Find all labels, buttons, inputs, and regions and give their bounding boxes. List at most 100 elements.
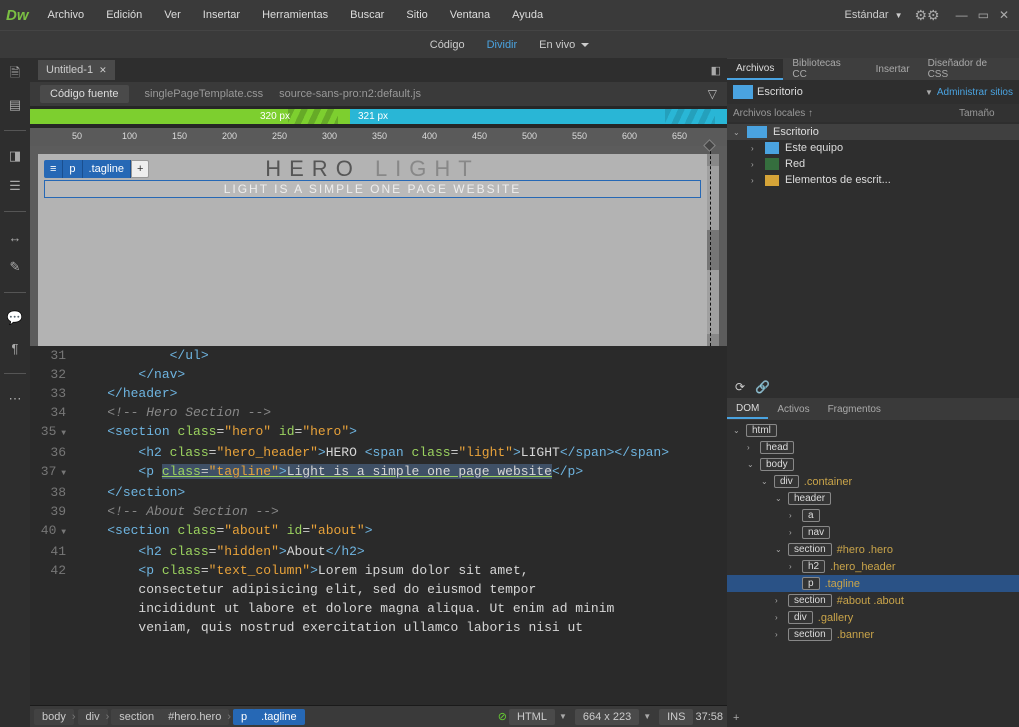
dom-node[interactable]: ›a [727,507,1019,524]
dom-node[interactable]: ›div.gallery [727,609,1019,626]
dom-node[interactable]: ⌄div.container [727,473,1019,490]
dom-tree[interactable]: ⌄html›head⌄body⌄div.container⌄header›a›n… [727,420,1019,709]
live-view-options-icon[interactable]: ◨ [4,145,26,167]
code-editor[interactable]: 31 </ul>32 </nav>33 </header>34 <!-- Her… [30,346,727,705]
dimensions[interactable]: 664 x 223 [575,709,639,725]
status-section[interactable]: section [111,709,162,725]
dom-node[interactable]: ›section.banner [727,626,1019,643]
col-local-files[interactable]: Archivos locales ↑ [733,108,959,119]
tree-node[interactable]: ›Elementos de escrit... [727,172,1019,188]
related-js[interactable]: source-sans-pro:n2:default.js [279,88,421,100]
sync-icon[interactable]: 🔗 [755,380,770,394]
status-body[interactable]: body [34,709,74,725]
tab-dom[interactable]: DOM [727,400,768,419]
dom-node[interactable]: ›h2.hero_header [727,558,1019,575]
comment-icon[interactable]: 💬 [4,307,26,329]
selected-element[interactable]: LIGHT IS A SIMPLE ONE PAGE WEBSITE [44,180,701,198]
dom-node[interactable]: ›nav [727,524,1019,541]
expand-panel-icon[interactable]: ◧ [711,64,727,77]
left-toolbar: 🗎 ▤ ◨ ☰ ↔ ✎ 💬 ¶ ⋯ [0,58,30,727]
menu-insertar[interactable]: Insertar [194,5,249,25]
collapse-icon[interactable]: ↔ [4,226,26,248]
tree-node[interactable]: ›Red [727,156,1019,172]
add-element-icon[interactable]: + [733,712,739,724]
site-select[interactable]: Escritorio [757,86,921,98]
ruler: 50 100 150 200 250 300 350 400 450 500 5… [30,128,727,146]
titlebar: Dw Archivo Edición Ver Insertar Herramie… [0,0,1019,30]
dom-node[interactable]: ⌄section#hero .hero [727,541,1019,558]
col-size[interactable]: Tamaño [959,108,1019,119]
menu-icon[interactable]: ≡ [44,160,63,178]
more-icon[interactable]: ⋯ [4,388,26,410]
view-split[interactable]: Dividir [477,35,528,55]
wrap-icon[interactable]: ¶ [4,337,26,359]
tab-fragmentos[interactable]: Fragmentos [819,401,890,418]
status-bar: body › div › section #hero.hero › p .tag… [30,705,727,727]
workspace-selector[interactable]: Estándar [845,9,889,21]
inspect-icon[interactable]: ☰ [4,175,26,197]
right-panels: Archivos Bibliotecas CC Insertar Diseñad… [727,58,1019,727]
maximize-button[interactable]: ▭ [978,8,989,22]
tab-label: Untitled-1 [46,64,93,76]
menu-ver[interactable]: Ver [155,5,190,25]
refresh-icon[interactable]: ⟳ [735,380,745,394]
chevron-down-icon[interactable]: ▼ [925,88,933,97]
insert-mode[interactable]: INS [659,709,693,725]
crumb-tag[interactable]: p [63,160,82,178]
status-p[interactable]: p [233,709,255,725]
viewport-guide[interactable] [710,146,711,346]
tab-archivos[interactable]: Archivos [727,59,783,80]
tab-activos[interactable]: Activos [768,401,818,418]
dom-node[interactable]: ›head [727,439,1019,456]
element-display: ≡ p .tagline + [44,160,149,178]
menu-edicion[interactable]: Edición [97,5,151,25]
breakpoint-320[interactable]: 320 px [30,109,350,124]
menu-herramientas[interactable]: Herramientas [253,5,337,25]
assets-icon[interactable]: ▤ [4,94,26,116]
add-class-button[interactable]: + [131,160,149,178]
minimize-button[interactable]: — [956,8,968,22]
menu-sitio[interactable]: Sitio [397,5,436,25]
chevron-down-icon[interactable]: ▼ [895,11,903,20]
view-live[interactable]: En vivo [529,35,599,55]
status-tagline[interactable]: .tagline [253,709,304,725]
menu-archivo[interactable]: Archivo [39,5,94,25]
doc-tab[interactable]: Untitled-1 ✕ [38,60,115,80]
no-errors-icon[interactable]: ⊘ [498,710,507,723]
status-div[interactable]: div [78,709,108,725]
menu-ayuda[interactable]: Ayuda [503,5,552,25]
filter-icon[interactable]: ▽ [708,87,717,101]
related-css[interactable]: singlePageTemplate.css [145,88,264,100]
close-button[interactable]: ✕ [999,8,1009,22]
timer: 37:58 [695,711,723,723]
file-management-icon[interactable]: 🗎 [4,64,26,86]
dom-node[interactable]: ⌄html [727,422,1019,439]
tree-node[interactable]: ⌄Escritorio [727,124,1019,140]
close-tab-icon[interactable]: ✕ [99,65,107,76]
menu-ventana[interactable]: Ventana [441,5,499,25]
status-hero[interactable]: #hero.hero [160,709,229,725]
menu-buscar[interactable]: Buscar [341,5,393,25]
tab-insertar[interactable]: Insertar [867,60,919,79]
source-code-pill[interactable]: Código fuente [40,85,129,103]
view-code[interactable]: Código [420,35,475,55]
document-tabs: Untitled-1 ✕ ◧ [30,58,727,82]
live-preview: HERO LIGHT LIGHT IS A SIMPLE ONE PAGE WE… [30,146,727,346]
manage-sites-link[interactable]: Administrar sitios [937,87,1013,98]
sync-settings-icon[interactable]: ⚙⚙ [908,7,945,24]
crumb-class[interactable]: .tagline [83,160,131,178]
right-tabs: Archivos Bibliotecas CC Insertar Diseñad… [727,58,1019,80]
dom-node[interactable]: p.tagline [727,575,1019,592]
dom-node[interactable]: ⌄body [727,456,1019,473]
lang-select[interactable]: HTML [509,709,555,725]
desktop-icon [733,85,753,99]
breakpoint-321[interactable]: 321 px [350,109,727,124]
tree-node[interactable]: ›Este equipo [727,140,1019,156]
file-tree[interactable]: ⌄Escritorio›Este equipo›Red›Elementos de… [727,122,1019,312]
format-icon[interactable]: ✎ [4,256,26,278]
preview-canvas[interactable]: HERO LIGHT LIGHT IS A SIMPLE ONE PAGE WE… [38,154,707,346]
dom-node[interactable]: ⌄header [727,490,1019,507]
main-menu: Archivo Edición Ver Insertar Herramienta… [39,5,553,25]
preview-scrollbar[interactable] [707,154,719,346]
dom-node[interactable]: ›section#about .about [727,592,1019,609]
